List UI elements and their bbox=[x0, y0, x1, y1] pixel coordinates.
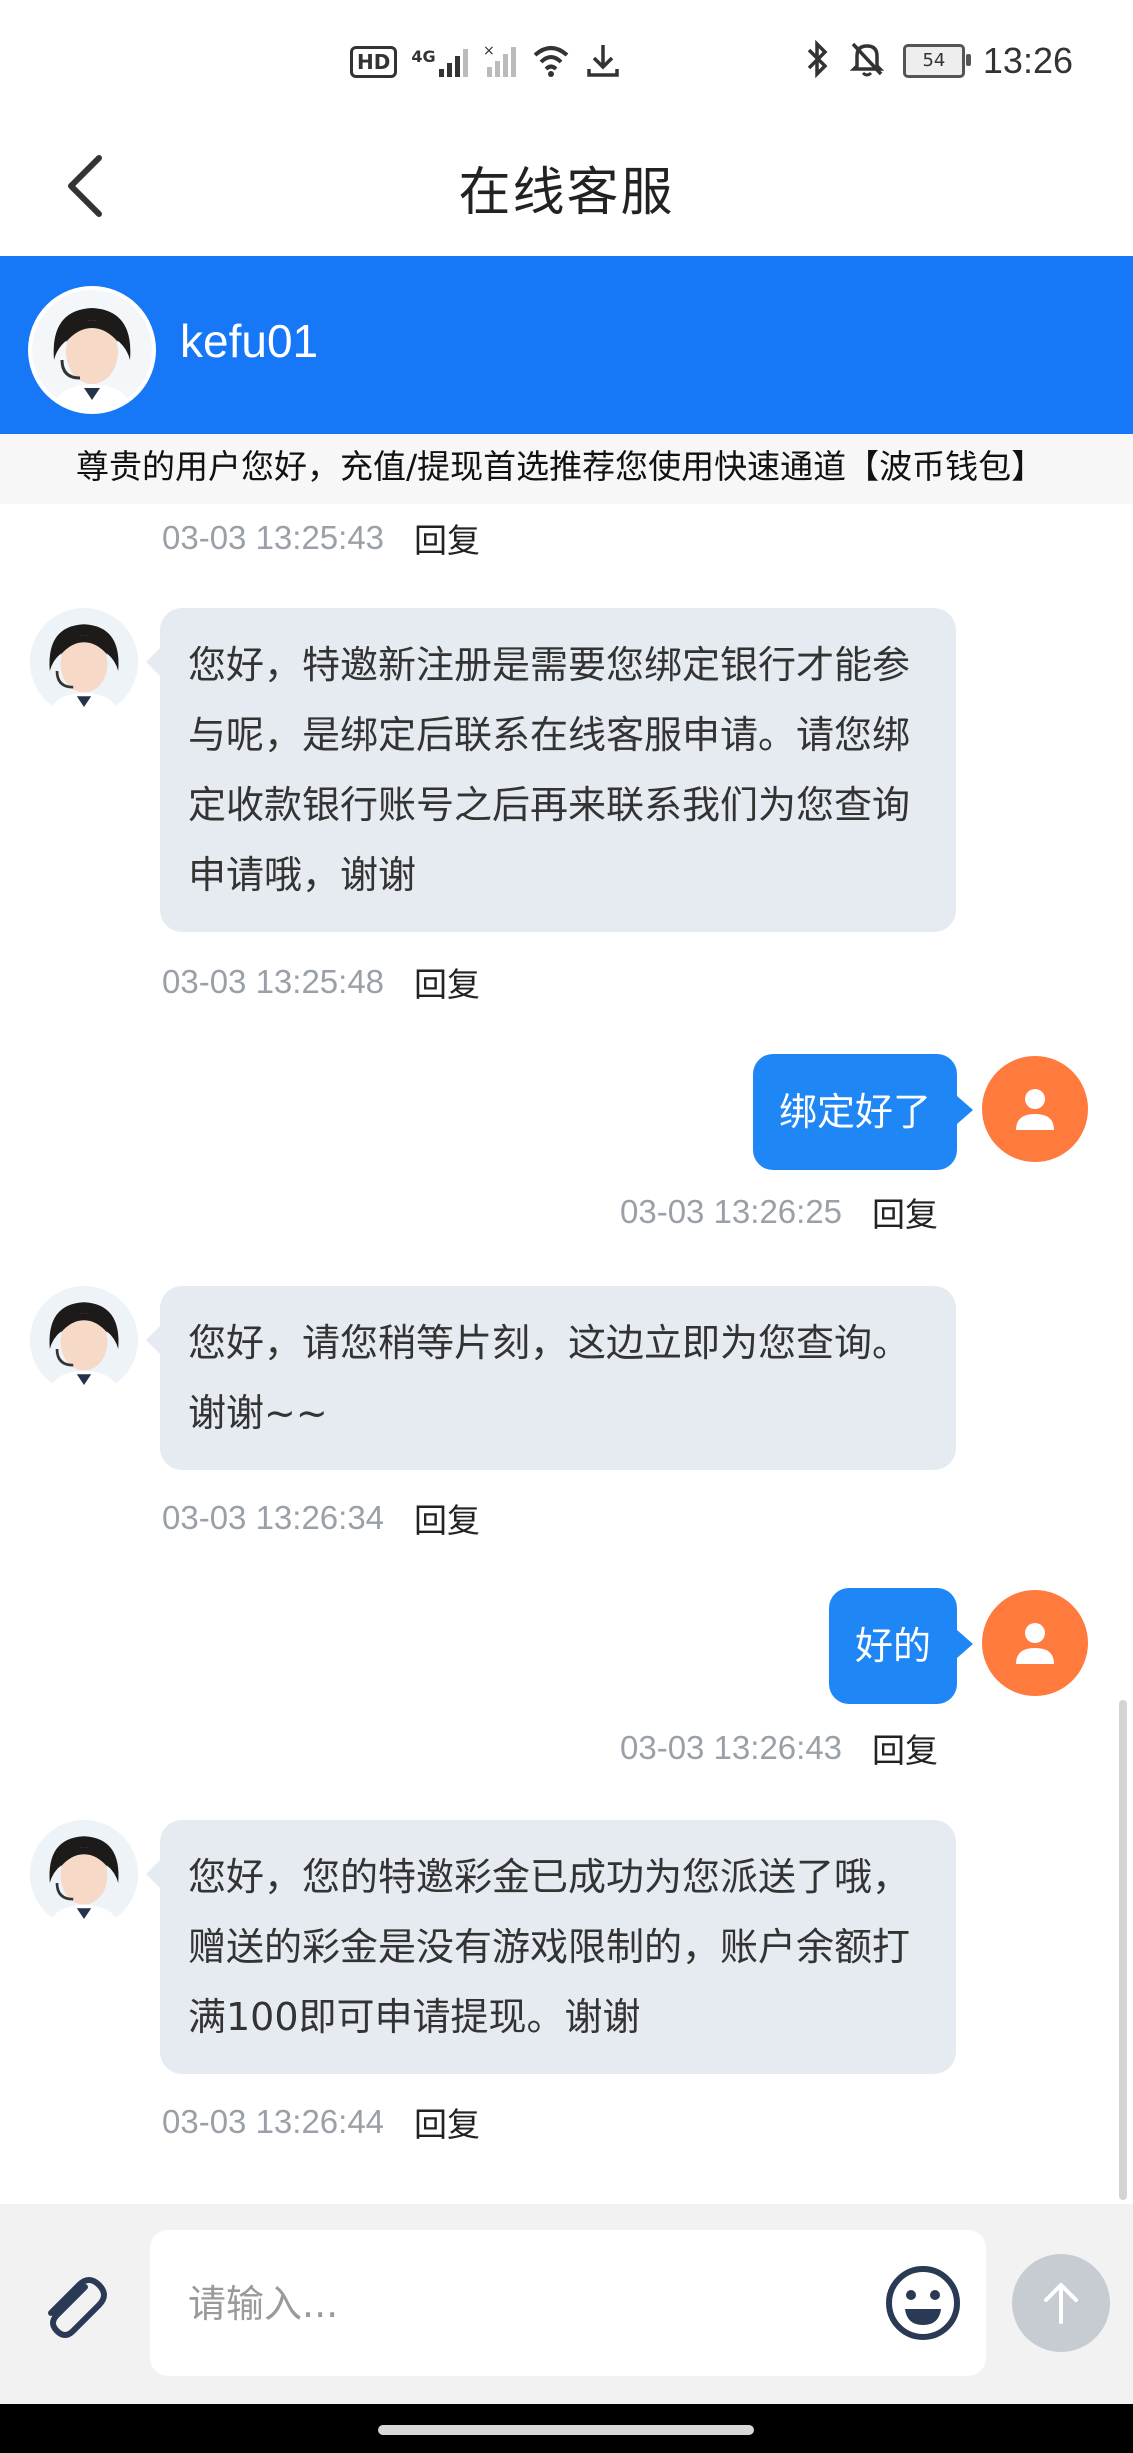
message-input-box bbox=[150, 2230, 986, 2376]
system-nav-bar bbox=[0, 2404, 1133, 2453]
message-time: 03-03 13:26:43 bbox=[620, 1729, 843, 1766]
composer bbox=[0, 2204, 1133, 2404]
arrow-up-icon bbox=[1044, 2283, 1078, 2324]
signal-icon: × bbox=[483, 43, 517, 81]
mute-icon bbox=[849, 40, 885, 82]
user-icon bbox=[1016, 1623, 1054, 1664]
agent-message-bubble: 您好，特邀新注册是需要您绑定银行才能参与呢，是绑定后联系在线客服申请。请您绑定收… bbox=[146, 608, 956, 932]
message-meta: 03-03 13:26:34 回复 bbox=[162, 1494, 480, 1542]
send-button[interactable] bbox=[1012, 2254, 1110, 2352]
agent-message-bubble: 您好，您的特邀彩金已成功为您派送了哦，赠送的彩金是没有游戏限制的，账户余额打满1… bbox=[146, 1820, 956, 2074]
status-left-icons: HD 4G × bbox=[350, 40, 621, 84]
agent-name: kefu01 bbox=[180, 315, 319, 367]
agent-message-avatar bbox=[30, 1286, 138, 1394]
agent-message-avatar bbox=[30, 608, 138, 716]
hd-icon: HD bbox=[350, 46, 398, 78]
chat-list[interactable]: 03-03 13:25:43 回复 您好，特邀新注册是需要您绑定银行才能参与呢，… bbox=[0, 504, 1133, 2204]
home-indicator[interactable] bbox=[378, 2425, 754, 2435]
user-message-bubble: 好的 bbox=[828, 1588, 974, 1704]
message-meta: 03-03 13:26:25 回复 bbox=[620, 1188, 938, 1236]
message-time: 03-03 13:25:48 bbox=[162, 963, 385, 1000]
agent-message-avatar bbox=[30, 1820, 138, 1928]
notice-marquee: 尊贵的用户您好，充值/提现首选推荐您使用快速通道【波币钱包】 bbox=[0, 434, 1133, 504]
message-time: 03-03 13:26:44 bbox=[162, 2103, 385, 2140]
reply-button[interactable]: 回复 bbox=[872, 1188, 938, 1236]
status-right-icons: 54 13:26 bbox=[805, 36, 1073, 86]
agent-avatar bbox=[28, 286, 156, 414]
paperclip-icon bbox=[48, 2277, 107, 2338]
network-label: 4G bbox=[411, 47, 436, 66]
smiley-icon bbox=[886, 2266, 960, 2340]
download-icon bbox=[585, 42, 621, 82]
svg-text:×: × bbox=[483, 43, 495, 59]
message-time: 03-03 13:26:34 bbox=[162, 1499, 385, 1536]
page-title: 在线客服 bbox=[458, 163, 675, 223]
user-avatar bbox=[982, 1056, 1088, 1162]
attachment-button[interactable] bbox=[30, 2264, 116, 2350]
emoji-button[interactable] bbox=[880, 2260, 966, 2346]
reply-button[interactable]: 回复 bbox=[414, 958, 480, 1006]
message-input[interactable] bbox=[186, 2268, 830, 2340]
signal-4g-icon: 4G bbox=[411, 47, 468, 77]
message-time: 03-03 13:25:43 bbox=[162, 519, 385, 556]
reply-button[interactable]: 回复 bbox=[414, 1494, 480, 1542]
message-meta: 03-03 13:25:48 回复 bbox=[162, 958, 480, 1006]
reply-button[interactable]: 回复 bbox=[414, 514, 480, 562]
message-meta: 03-03 13:25:43 回复 bbox=[162, 514, 480, 562]
message-meta: 03-03 13:26:44 回复 bbox=[162, 2098, 480, 2146]
status-bar: HD 4G × 54 13:26 bbox=[0, 0, 1133, 120]
reply-button[interactable]: 回复 bbox=[872, 1724, 938, 1772]
user-icon bbox=[1016, 1089, 1054, 1130]
bluetooth-icon bbox=[805, 39, 831, 82]
message-meta: 03-03 13:26:43 回复 bbox=[620, 1724, 938, 1772]
reply-button[interactable]: 回复 bbox=[414, 2098, 480, 2146]
battery-icon: 54 bbox=[902, 44, 971, 78]
wifi-icon bbox=[531, 43, 571, 81]
notice-text: 尊贵的用户您好，充值/提现首选推荐您使用快速通道【波币钱包】 bbox=[76, 447, 1045, 486]
agent-message-bubble: 您好，请您稍等片刻，这边立即为您查询。谢谢~~ bbox=[146, 1286, 956, 1470]
nav-bar: 在线客服 bbox=[0, 120, 1133, 255]
chat-scrollbar[interactable] bbox=[1119, 1700, 1127, 2200]
message-time: 03-03 13:26:25 bbox=[620, 1193, 843, 1230]
agent-header: kefu01 bbox=[0, 256, 1133, 434]
user-message-bubble: 绑定好了 bbox=[752, 1054, 974, 1170]
user-avatar bbox=[982, 1590, 1088, 1696]
status-time: 13:26 bbox=[982, 40, 1073, 81]
